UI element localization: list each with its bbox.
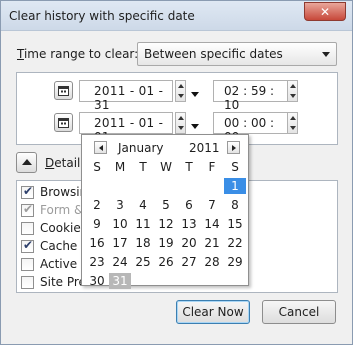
calendar-day[interactable]: 30 [86,273,108,289]
calendar-day[interactable]: 22 [224,235,246,251]
calendar-day[interactable]: 21 [201,235,223,251]
checkbox[interactable] [21,276,34,289]
calendar-day[interactable]: 18 [132,235,154,251]
clear-item-label: Cookies [40,221,87,235]
calendar-day[interactable]: 2 [86,197,108,213]
spin-down-icon [178,126,184,130]
calendar-day[interactable]: 1 [224,178,246,194]
calendar-icon [58,86,69,96]
start-date-field[interactable]: 2011 - 01 - 31 [79,80,173,112]
calendar-day[interactable]: 31 [109,273,131,289]
weekday-header: W [160,160,172,174]
window-title: Clear history with specific date [9,9,195,23]
spin-down-icon [178,94,184,98]
calendar-day[interactable]: 20 [178,235,200,251]
calendar-day[interactable]: 27 [178,254,200,270]
checkbox[interactable] [21,222,34,235]
chevron-up-icon [22,159,32,165]
calendar-day[interactable]: 15 [224,216,246,232]
start-time-spinner[interactable] [287,80,298,102]
cancel-button[interactable]: Cancel [262,300,336,324]
calendar-day[interactable]: 24 [109,254,131,270]
end-time-spinner[interactable] [287,112,298,134]
details-toggle-button[interactable] [16,152,37,173]
calendar-day[interactable]: 6 [178,197,200,213]
calendar-day[interactable]: 4 [132,197,154,213]
next-month-button[interactable] [227,141,240,154]
calendar-month: January [118,141,164,155]
chevron-down-icon [322,52,330,57]
calendar-day[interactable]: 17 [109,235,131,251]
start-date-dropdown-icon[interactable] [191,92,199,97]
calendar-day[interactable]: 19 [155,235,177,251]
calendar-day[interactable]: 16 [86,235,108,251]
clear-now-button[interactable]: Clear Now [176,300,250,324]
calendar-day[interactable]: 11 [132,216,154,232]
spin-up-icon [290,84,296,88]
end-calendar-button[interactable] [54,113,73,132]
clear-item-label: Form & [40,203,84,217]
spin-up-icon [290,116,296,120]
calendar-day[interactable]: 5 [155,197,177,213]
calendar-day[interactable]: 25 [132,254,154,270]
weekday-header: S [231,160,239,174]
details-label-accesskey: D [45,156,55,170]
close-icon: ✕ [319,4,331,19]
calendar-day[interactable]: 13 [178,216,200,232]
time-range-selected-value: Between specific dates [144,47,283,61]
weekday-header: F [208,160,216,174]
clear-item-label: Site Pre [40,275,86,289]
end-date-dropdown-icon[interactable] [191,124,199,129]
calendar-year: 2011 [189,141,220,155]
weekday-header: S [93,160,101,174]
date-picker-popup: January 2011 S M T W T F S 1 2 3 4 5 6 7 8 9 10 11 12 13 14 1… [81,134,249,289]
checkbox[interactable]: ✔ [21,238,34,253]
title-bar: Clear history with specific date ✕ [1,1,352,31]
checkbox: ✔ [21,202,34,217]
calendar-day[interactable]: 12 [155,216,177,232]
close-button[interactable]: ✕ [304,2,346,21]
weekday-header: T [139,160,147,174]
end-date-spinner[interactable] [175,112,186,134]
chevron-right-icon [232,145,236,151]
end-time-field[interactable]: 00 : 00 : 00 [213,112,288,144]
spin-down-icon [290,94,296,98]
start-calendar-button[interactable] [54,81,73,100]
calendar-day[interactable]: 23 [86,254,108,270]
checkbox[interactable] [21,258,34,271]
spin-up-icon [178,84,184,88]
calendar-day[interactable]: 7 [201,197,223,213]
time-range-label: Time range to clear: [17,47,138,61]
checkmark-icon: ✔ [23,184,34,198]
end-date-field[interactable]: 2011 - 01 - 01 [79,112,173,144]
calendar-icon [58,118,69,128]
previous-month-button[interactable] [94,141,107,154]
spin-up-icon [178,116,184,120]
calendar-day[interactable]: 3 [109,197,131,213]
calendar-day[interactable]: 29 [224,254,246,270]
calendar-day[interactable]: 26 [155,254,177,270]
time-range-select[interactable]: Between specific dates [137,42,337,66]
start-date-spinner[interactable] [175,80,186,102]
time-range-label-text: ime range to clear: [23,47,139,61]
clear-item-label: Cache [40,239,78,253]
time-range-label-accesskey: T [17,47,24,61]
calendar-day[interactable]: 28 [201,254,223,270]
calendar-day[interactable]: 9 [86,216,108,232]
weekday-header: M [114,160,126,174]
checkbox[interactable]: ✔ [21,184,34,199]
checkmark-icon: ✔ [23,238,34,252]
spin-down-icon [290,126,296,130]
calendar-day[interactable]: 8 [224,197,246,213]
calendar-day[interactable]: 10 [109,216,131,232]
dialog-window: Clear history with specific date ✕ Time … [0,0,353,345]
checkmark-icon: ✔ [23,202,34,216]
start-time-field[interactable]: 02 : 59 : 10 [213,80,288,112]
weekday-header: T [185,160,193,174]
calendar-day[interactable]: 14 [201,216,223,232]
chevron-left-icon [99,145,103,151]
